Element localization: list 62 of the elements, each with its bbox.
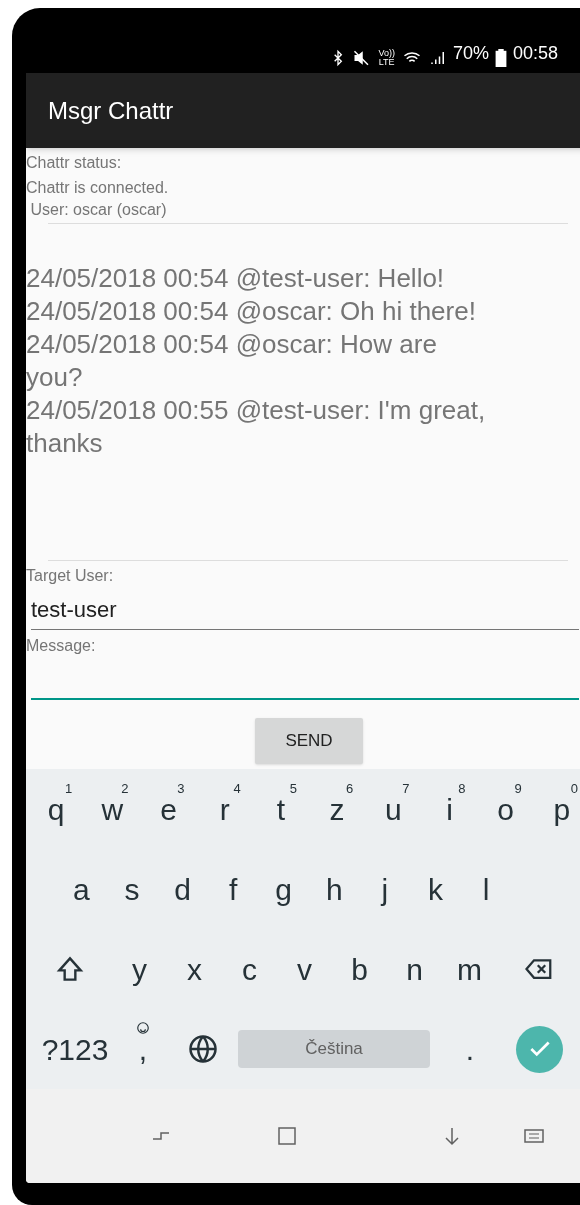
connection-status: Chattr is connected. <box>26 178 170 198</box>
key[interactable]: z 6 <box>309 769 366 849</box>
signal-icon <box>428 49 447 67</box>
key-hint: 0 <box>570 780 578 798</box>
key[interactable]: h <box>309 849 360 929</box>
key[interactable]: j <box>359 849 411 929</box>
emoji-icon <box>136 1021 150 1035</box>
field-label: Target User: <box>26 566 115 586</box>
key-hint: 8 <box>458 780 466 798</box>
send-button[interactable]: SEND <box>255 718 363 764</box>
key[interactable]: y <box>112 929 167 1009</box>
space-bar[interactable]: Čeština <box>238 1030 430 1068</box>
chat-message: 24/05/2018 00:54 @oscar: How are you? <box>26 328 438 394</box>
key-hint: 2 <box>121 780 129 798</box>
clock: 00:58 <box>512 42 558 65</box>
key[interactable]: o 9 <box>477 769 534 849</box>
key[interactable]: r 4 <box>196 769 253 849</box>
key[interactable]: u 7 <box>365 769 422 849</box>
volte-label: Vo)) <box>378 49 395 58</box>
status-label: Chattr status: <box>26 153 123 173</box>
key[interactable]: i 8 <box>421 769 478 849</box>
key[interactable]: f <box>207 849 259 929</box>
key[interactable]: g <box>258 849 309 929</box>
key[interactable]: n <box>387 929 442 1009</box>
key[interactable]: w 2 <box>84 769 141 849</box>
battery-icon <box>494 49 507 67</box>
key-hint: 4 <box>233 780 241 798</box>
chat-message: 24/05/2018 00:54 @test-user: Hello! <box>26 262 446 295</box>
symbols-key[interactable]: ?123 <box>32 1009 118 1089</box>
battery-percent: 70% <box>452 42 489 65</box>
chat-message: 24/05/2018 00:54 @oscar: Oh hi there! <box>26 295 477 328</box>
key-hint: 7 <box>402 780 410 798</box>
square-icon <box>275 1124 299 1148</box>
volte-label: LTE <box>378 58 395 67</box>
key[interactable]: a <box>56 849 107 929</box>
key-hint: 3 <box>177 780 185 798</box>
comma-key[interactable]: , <box>118 1009 168 1089</box>
key[interactable]: l <box>460 849 512 929</box>
key[interactable]: b <box>332 929 387 1009</box>
globe-icon <box>188 1034 218 1064</box>
key[interactable]: x <box>167 929 222 1009</box>
key[interactable]: s <box>106 849 158 929</box>
enter-key[interactable] <box>516 1025 563 1073</box>
key[interactable]: t 5 <box>252 769 309 849</box>
key[interactable]: d <box>157 849 208 929</box>
key-hint: 5 <box>289 780 297 798</box>
key[interactable]: v <box>277 929 332 1009</box>
app-title: Msgr Chattr <box>48 95 174 126</box>
user-label: User: oscar (oscar) <box>29 200 168 220</box>
key[interactable]: c <box>222 929 277 1009</box>
key[interactable]: k <box>410 849 461 929</box>
key[interactable]: p 0 <box>533 769 580 849</box>
text-input-field[interactable]: test-user <box>31 586 579 630</box>
key[interactable]: q 1 <box>28 769 85 849</box>
chat-message: 24/05/2018 00:55 @test-user: I'm great, thanks <box>26 394 487 460</box>
period-key[interactable]: . <box>430 1009 510 1089</box>
key-hint: 6 <box>345 780 354 798</box>
key-hint: 9 <box>514 780 522 798</box>
key[interactable]: m <box>442 929 497 1009</box>
field-label: Message: <box>26 636 97 656</box>
key-hint: 1 <box>64 780 73 798</box>
key[interactable]: e 3 <box>140 769 197 849</box>
